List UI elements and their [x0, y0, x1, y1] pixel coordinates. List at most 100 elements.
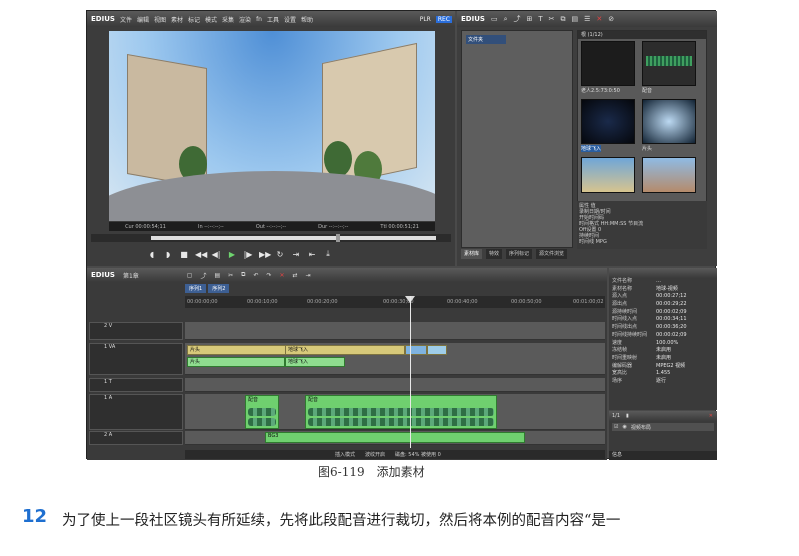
folder-icon[interactable]: ▭: [491, 15, 498, 23]
output-icon[interactable]: ⤓: [323, 249, 333, 259]
tab-sequence-1[interactable]: 序列1: [185, 284, 207, 293]
copy-icon[interactable]: ⧉: [561, 15, 566, 24]
menu-clip[interactable]: 素材: [171, 15, 183, 24]
overwrite-icon[interactable]: ⇥: [291, 250, 301, 259]
scrub-handle[interactable]: [336, 234, 340, 242]
tab-sequence-2[interactable]: 序列2: [208, 284, 230, 293]
track-1va[interactable]: 片头 地球飞入 片头 地球飞入: [185, 343, 605, 375]
scrub-bar[interactable]: [91, 234, 451, 242]
set-out-icon[interactable]: ◗: [163, 250, 173, 259]
layer-icon[interactable]: ▮: [626, 413, 629, 419]
menu-edius[interactable]: EDIUS: [91, 15, 115, 23]
paste-icon[interactable]: ▤: [572, 15, 579, 23]
body-text: 为了使上一段社区镜头有所延续，先将此段配音进行裁切，然后将本例的配音内容“是一: [62, 513, 621, 529]
plr-toggle[interactable]: PLR: [420, 16, 431, 23]
add-clip-icon[interactable]: ⊞: [526, 15, 532, 23]
tc-cur: Cur 00:00:54;11: [125, 223, 166, 230]
menu-help[interactable]: 帮助: [301, 15, 313, 24]
delete-icon[interactable]: ✕: [596, 15, 602, 23]
video-clip-small-1[interactable]: [405, 345, 427, 355]
search-icon[interactable]: ⌕: [504, 15, 508, 24]
track-1a[interactable]: 配音 配音: [185, 394, 605, 430]
undo-icon[interactable]: ↶: [253, 272, 258, 279]
clip-name-3: 地球飞入: [581, 145, 602, 152]
delete-layer-icon[interactable]: ✕: [709, 413, 713, 419]
clip-thumb-4[interactable]: [642, 99, 696, 144]
root-folder[interactable]: 文件夹: [466, 35, 506, 44]
cut-icon[interactable]: ✂: [549, 15, 555, 23]
title-icon[interactable]: T: [538, 15, 542, 23]
audio-clip-intro[interactable]: 片头: [187, 357, 285, 367]
insert-icon[interactable]: ⇤: [307, 250, 317, 259]
snap-icon[interactable]: ⇥: [306, 272, 311, 279]
copy-tl-icon[interactable]: ⧉: [241, 271, 245, 279]
checkbox-icon[interactable]: ☑: [614, 424, 618, 430]
edius-app-window: EDIUS 文件 编辑 视图 素材 标记 模式 采集 渲染 fn 工具 设置 帮…: [86, 10, 717, 460]
menu-file[interactable]: 文件: [120, 15, 132, 24]
menu-fn[interactable]: fn: [256, 16, 262, 23]
track-header-1a[interactable]: 1 A: [89, 394, 183, 430]
tab-effects[interactable]: 特效: [486, 249, 503, 259]
bin-title: EDIUS: [461, 15, 485, 23]
clip-thumb-6[interactable]: [642, 157, 696, 193]
open-icon[interactable]: ⤴: [200, 271, 206, 280]
time-ruler[interactable]: 00:00:00;00 00:00:10;00 00:00:20;00 00:0…: [185, 296, 605, 308]
folder-tree: 文件夹: [461, 30, 573, 248]
track-header-2a[interactable]: 2 A: [89, 431, 183, 445]
track-header-2v[interactable]: 2 V: [89, 322, 183, 340]
audio-clip-earth[interactable]: 地球飞入: [285, 357, 345, 367]
timeline-toolbar: EDIUS 第1章 ▢ ⤴ ▤ ✂ ⧉ ↶ ↷ ✕ ⇄ ⇥: [87, 268, 607, 282]
status-ripple[interactable]: 波纹开启: [365, 451, 385, 458]
up-folder-icon[interactable]: ⤴: [513, 14, 520, 24]
menu-marker[interactable]: 标记: [188, 15, 200, 24]
menu-tools[interactable]: 工具: [267, 15, 279, 24]
player-window: EDIUS 文件 编辑 视图 素材 标记 模式 采集 渲染 fn 工具 设置 帮…: [87, 11, 455, 266]
clip-thumb-1[interactable]: [581, 41, 635, 86]
track-header-1va[interactable]: 1 VA: [89, 343, 183, 375]
clip-thumb-2[interactable]: [642, 41, 696, 86]
video-clip-small-2[interactable]: [427, 345, 447, 355]
view-icon[interactable]: ☰: [584, 15, 590, 23]
track-header-1t[interactable]: 1 T: [89, 378, 183, 392]
stop-icon[interactable]: ■: [179, 250, 189, 259]
tab-seq-markers[interactable]: 序列标记: [506, 249, 533, 259]
menu-view[interactable]: 视图: [154, 15, 166, 24]
track-2a[interactable]: BG3: [185, 431, 605, 445]
save-icon[interactable]: ▤: [214, 272, 220, 279]
step-forward-icon[interactable]: |▶: [243, 250, 253, 259]
tab-source-browser[interactable]: 源文件浏览: [536, 249, 568, 259]
info-row: 场序 逐行: [612, 377, 667, 384]
step-back-icon[interactable]: ◀|: [211, 250, 221, 259]
rewind-icon[interactable]: ◀◀: [195, 250, 207, 259]
menu-render[interactable]: 渲染: [239, 15, 251, 24]
layer-row-video-layout[interactable]: ☑ ◉ 视频布局: [612, 423, 714, 431]
new-seq-icon[interactable]: ▢: [187, 272, 193, 279]
cut-tl-icon[interactable]: ✂: [228, 272, 233, 279]
loop-icon[interactable]: ↻: [275, 250, 285, 259]
rec-toggle[interactable]: REC: [435, 15, 452, 23]
track-1t[interactable]: [185, 378, 605, 392]
video-clip-earth[interactable]: 地球飞入: [285, 345, 405, 355]
menu-capture[interactable]: 采集: [222, 15, 234, 24]
redo-icon[interactable]: ↷: [266, 272, 271, 279]
info-row: 冻结帧 未启用: [612, 347, 672, 354]
menu-edit[interactable]: 编辑: [137, 15, 149, 24]
track-2v[interactable]: [185, 322, 605, 340]
audio-clip-bg3[interactable]: BG3: [265, 432, 525, 443]
clip-properties: 属性 值 录制日期/时间 开始时间码 时间格式 HH:MM:SS 节目流 Off…: [577, 201, 707, 249]
menu-settings[interactable]: 设置: [284, 15, 296, 24]
menu-mode[interactable]: 模式: [205, 15, 217, 24]
tab-bin[interactable]: 素材库: [461, 249, 483, 259]
properties-icon[interactable]: ⊘: [608, 15, 614, 23]
clip-thumb-3[interactable]: [581, 99, 635, 144]
status-insert-mode[interactable]: 插入模式: [335, 451, 355, 458]
info-row: 宽高比 1.455: [612, 370, 671, 377]
layer-counter: 1/1: [612, 413, 621, 419]
set-in-icon[interactable]: ◖: [147, 250, 157, 259]
fast-forward-icon[interactable]: ▶▶: [259, 250, 271, 259]
playhead-line: [410, 296, 411, 448]
ripple-icon[interactable]: ⇄: [293, 272, 298, 279]
play-icon[interactable]: ▶: [227, 250, 237, 259]
delete-tl-icon[interactable]: ✕: [280, 272, 285, 279]
clip-thumb-5[interactable]: [581, 157, 635, 193]
